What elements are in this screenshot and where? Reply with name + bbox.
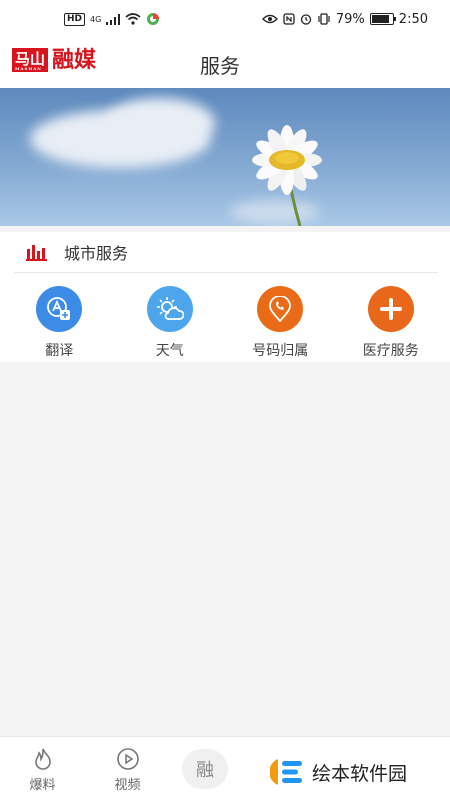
daisy-flower [252,125,322,226]
play-icon [116,748,139,770]
tab-center[interactable]: 融 [170,737,240,801]
app-logo: 马山 MASHAN 融媒 [12,48,96,72]
tab-label: 爆料 [29,778,56,793]
city-services-card: 城市服务 翻译 天气 号码归属 医疗服务 [0,232,450,362]
battery-level [371,15,390,23]
battery-icon [369,13,396,25]
network-type: 4G [90,14,102,24]
banner-image[interactable] [0,88,450,226]
page-title: 服务 [200,54,240,78]
status-bar: HD 4G 79% 2:50 [0,0,450,38]
hd-badge: HD [64,12,86,26]
translate-icon [36,286,83,332]
phone-location-icon [257,286,304,332]
status-bar-right: 79% 2:50 [261,11,428,27]
wifi-icon [125,13,141,25]
service-label: 号码归属 [252,343,309,359]
section-header: 城市服务 [14,232,438,273]
nfc-icon [283,13,295,25]
services-grid: 翻译 天气 号码归属 医疗服务 [0,286,450,360]
tab-video[interactable]: 视频 [85,737,170,801]
service-translate[interactable]: 翻译 [14,286,104,360]
fire-icon [34,748,51,770]
service-label: 天气 [155,343,184,359]
weather-icon [146,286,193,332]
status-bar-left: HD 4G [64,12,160,26]
watermark: 绘本软件园 [262,744,450,800]
logo-badge: 马山 MASHAN [12,48,49,72]
app-header: 马山 MASHAN 融媒 服务 [0,38,450,88]
service-label: 翻译 [45,343,74,359]
watermark-text: 绘本软件园 [312,762,408,785]
service-label: 医疗服务 [362,343,419,359]
medical-plus-icon [367,286,414,332]
battery-percent: 79% [335,11,365,27]
center-button[interactable]: 融 [182,749,228,789]
app-notification-icon [147,13,160,25]
tab-baoliao[interactable]: 爆料 [0,737,85,801]
status-time: 2:50 [398,11,428,27]
logo-badge-subtext: MASHAN [15,66,42,71]
eye-icon [261,14,278,24]
tab-label: 视频 [114,778,141,793]
vibrate-icon [318,13,330,25]
city-skyline-icon [26,245,47,261]
logo-text: 融媒 [52,47,97,73]
section-title: 城市服务 [64,244,129,263]
signal-icon [106,13,121,25]
alarm-icon [300,14,312,25]
service-weather[interactable]: 天气 [125,286,215,360]
service-phone-location[interactable]: 号码归属 [235,286,325,360]
watermark-logo [270,759,302,785]
service-medical[interactable]: 医疗服务 [346,286,436,360]
